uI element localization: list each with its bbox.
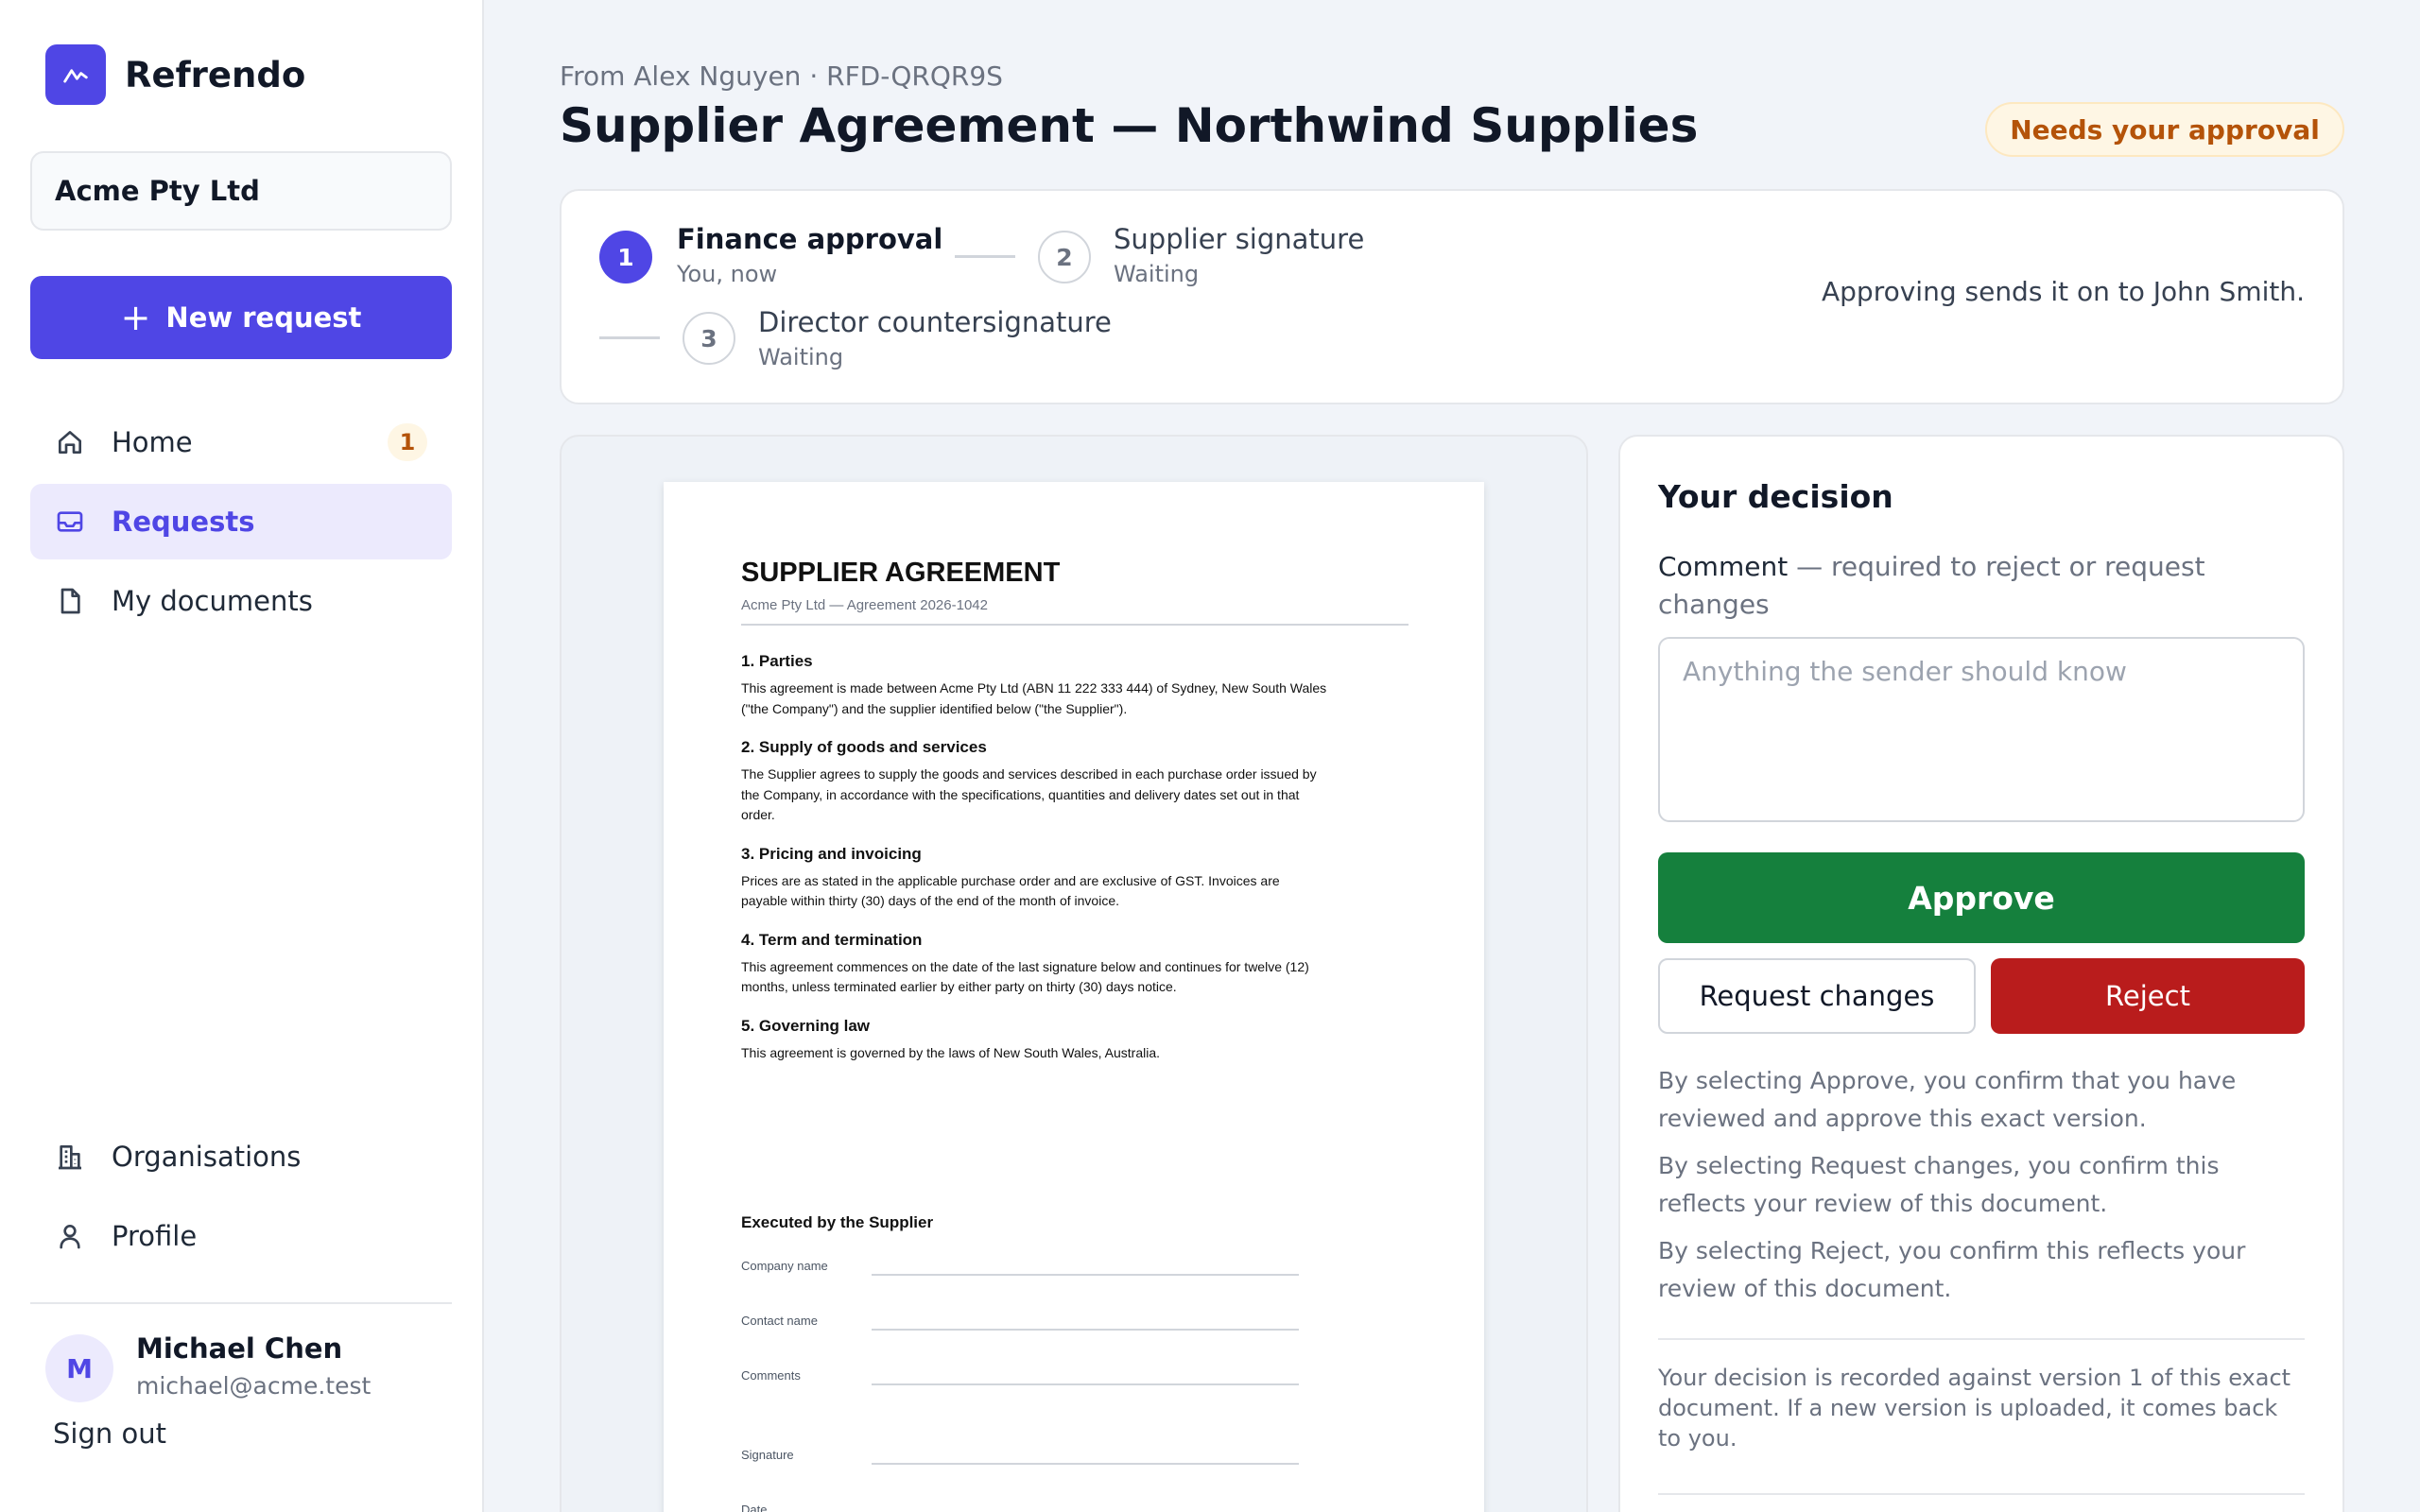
- execution-block-title: Executed by the Supplier: [741, 1213, 934, 1231]
- section-heading: 3. Pricing and invoicing: [741, 844, 922, 863]
- field-label: Date: [741, 1503, 768, 1512]
- nav-item-profile[interactable]: Profile: [30, 1198, 452, 1274]
- sidebar: Refrendo Acme Pty Ltd + New request Home…: [0, 0, 484, 1512]
- comment-label: Comment — required to reject or request …: [1658, 548, 2273, 624]
- home-icon: [53, 425, 87, 459]
- step-3-label: Director countersignature: [758, 306, 1112, 338]
- reject-button[interactable]: Reject: [1991, 958, 2305, 1034]
- app-logo-icon: [45, 44, 106, 105]
- sidebar-divider: [30, 1302, 452, 1304]
- approve-button[interactable]: Approve: [1658, 852, 2305, 943]
- decision-panel: Your decision Comment — required to reje…: [1618, 435, 2344, 1512]
- section-heading: 1. Parties: [741, 652, 813, 670]
- user-email: michael@acme.test: [136, 1372, 372, 1400]
- panel-divider: [1658, 1338, 2305, 1340]
- building-icon: [53, 1140, 87, 1174]
- approval-stepper: 1 Finance approval You, now 2 Supplier s…: [560, 189, 2344, 404]
- field-line: [872, 1463, 1299, 1465]
- request-changes-confirmation-text: By selecting Request changes, you confir…: [1658, 1152, 2220, 1217]
- page-title: Supplier Agreement — Northwind Supplies: [560, 98, 1699, 153]
- home-count-badge: 1: [388, 423, 427, 461]
- section-body: The Supplier agrees to supply the goods …: [741, 766, 1317, 822]
- nav-item-my-documents[interactable]: My documents: [30, 563, 452, 639]
- version-record-note: Your decision is recorded against versio…: [1658, 1365, 2291, 1452]
- field-label: Signature: [741, 1448, 794, 1462]
- section-body: This agreement is made between Acme Pty …: [741, 680, 1327, 716]
- section-heading: 5. Governing law: [741, 1016, 871, 1035]
- step-1-status: You, now: [677, 261, 778, 287]
- avatar[interactable]: M: [45, 1334, 113, 1402]
- nav-label: Home: [112, 426, 193, 458]
- step-2-status: Waiting: [1114, 261, 1200, 287]
- field-line: [872, 1383, 1299, 1385]
- reject-confirmation-text: By selecting Reject, you confirm this re…: [1658, 1237, 2246, 1302]
- request-from-line: From Alex Nguyen · RFD-QRQR9S: [560, 60, 1003, 92]
- nav-label: Profile: [112, 1220, 198, 1252]
- app-name: Refrendo: [125, 54, 306, 95]
- section-body: This agreement commences on the date of …: [741, 958, 1309, 995]
- field-label: Contact name: [741, 1314, 818, 1328]
- nav-label: My documents: [112, 585, 313, 617]
- section-heading: 2. Supply of goods and services: [741, 738, 987, 756]
- step-2-label: Supplier signature: [1114, 223, 1365, 255]
- approve-confirmation-text: By selecting Approve, you confirm that y…: [1658, 1067, 2237, 1132]
- document-subtitle: Acme Pty Ltd — Agreement 2026-1042: [741, 597, 988, 613]
- field-label: Comments: [741, 1368, 801, 1383]
- comment-input[interactable]: [1658, 637, 2305, 822]
- user-icon: [53, 1219, 87, 1253]
- document-title: SUPPLIER AGREEMENT: [741, 558, 1061, 588]
- document-icon: [53, 584, 87, 618]
- org-selector[interactable]: Acme Pty Ltd: [30, 151, 452, 231]
- section-body: This agreement is governed by the laws o…: [741, 1044, 1161, 1060]
- nav-item-requests[interactable]: Requests: [30, 484, 452, 559]
- user-name: Michael Chen: [136, 1332, 343, 1365]
- decision-title: Your decision: [1658, 478, 1893, 515]
- nav-label: Organisations: [112, 1141, 302, 1173]
- document-viewer[interactable]: SUPPLIER AGREEMENT Acme Pty Ltd — Agreem…: [560, 435, 1588, 1512]
- step-connector: [955, 255, 1015, 258]
- nav-item-home[interactable]: Home 1: [30, 404, 452, 480]
- next-step-note: Approving sends it on to John Smith.: [1822, 276, 2305, 307]
- step-connector: [599, 336, 660, 339]
- document-divider: [741, 624, 1409, 626]
- status-badge: Needs your approval: [1985, 102, 2344, 157]
- section-body: Prices are as stated in the applicable p…: [741, 872, 1280, 909]
- sign-out-link[interactable]: Sign out: [53, 1418, 166, 1450]
- plus-icon: +: [120, 297, 151, 338]
- nav-label: Requests: [112, 506, 255, 538]
- comment-label-main: Comment: [1658, 551, 1789, 582]
- step-3-status: Waiting: [758, 344, 844, 370]
- step-1-number: 1: [599, 231, 652, 284]
- field-line: [872, 1329, 1299, 1331]
- step-3-number: 3: [683, 312, 735, 365]
- new-request-button[interactable]: + New request: [30, 276, 452, 359]
- document-page: SUPPLIER AGREEMENT Acme Pty Ltd — Agreem…: [664, 482, 1484, 1512]
- brand[interactable]: Refrendo: [45, 44, 305, 105]
- field-label: Company name: [741, 1259, 828, 1273]
- step-1-label: Finance approval: [677, 223, 943, 255]
- step-2-number: 2: [1038, 231, 1091, 284]
- nav-item-organisations[interactable]: Organisations: [30, 1119, 452, 1194]
- request-changes-button[interactable]: Request changes: [1658, 958, 1976, 1034]
- section-heading: 4. Term and termination: [741, 930, 923, 949]
- new-request-label: New request: [165, 301, 362, 334]
- field-line: [872, 1274, 1299, 1276]
- inbox-icon: [53, 505, 87, 539]
- document-sections: 1. Parties This agreement is made betwee…: [741, 652, 1327, 1082]
- panel-divider: [1658, 1493, 2305, 1495]
